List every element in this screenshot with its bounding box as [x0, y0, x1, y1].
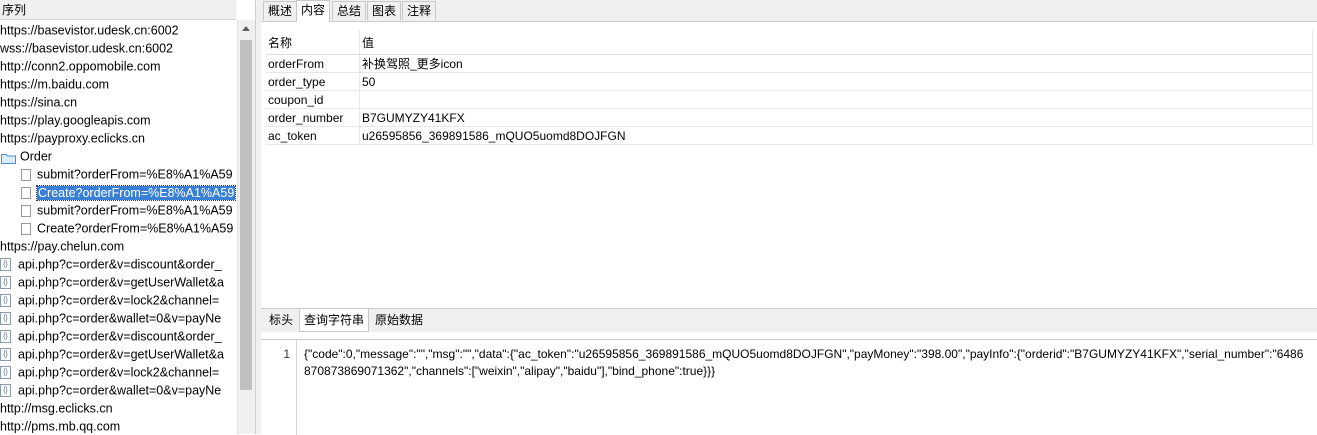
script-file-icon: {}	[0, 312, 11, 326]
tree-host-item[interactable]: https://play.googleapis.com	[0, 111, 238, 129]
content-table-area: 名称 值 orderFrom 补换驾照_更多icon order_type 50 cou…	[261, 22, 1317, 308]
param-value-cell[interactable]: 50	[359, 72, 1313, 91]
tree-request-item[interactable]: Create?orderFrom=%E8%A1%A59	[0, 183, 238, 201]
tab-4[interactable]: 注释	[402, 1, 437, 20]
sequence-panel: 序列 https://basevistor.udesk.cn:6002 wss:/…	[0, 0, 255, 434]
tree-host-item[interactable]: wss://basevistor.udesk.cn:6002	[0, 39, 238, 57]
tree-request-item[interactable]: {} api.php?c=order&v=getUserWallet&a	[0, 273, 238, 291]
tree-item-label: api.php?c=order&wallet=0&v=payNe	[18, 311, 222, 326]
tree-request-item[interactable]: {} api.php?c=order&v=getUserWallet&a	[0, 345, 238, 363]
tree-item-label: api.php?c=order&v=getUserWallet&a	[18, 347, 224, 362]
tree-item-label: https://m.baidu.com	[0, 77, 110, 92]
param-name-cell[interactable]: order_number	[266, 108, 360, 127]
detail-panel: 概述 内容 总结 图表 注释 名称 值 orderFrom 补换驾照_更多icon orde…	[261, 0, 1317, 435]
param-value-cell[interactable]	[359, 90, 1313, 109]
file-icon	[21, 168, 31, 181]
folder-icon	[1, 151, 16, 165]
tree-item-label: https://sina.cn	[0, 95, 78, 110]
tree-request-item[interactable]: {} api.php?c=order&wallet=0&v=payNe	[0, 309, 238, 327]
tree-host-item[interactable]: https://pay.chelun.com	[0, 237, 238, 255]
tree-item-label: api.php?c=order&v=discount&order_	[18, 257, 222, 272]
file-icon	[21, 186, 31, 199]
tree-host-item[interactable]: https://m.baidu.com	[0, 75, 238, 93]
tree-host-item[interactable]: http://msg.eclicks.cn	[0, 399, 238, 417]
tree-item-label: https://basevistor.udesk.cn:6002	[0, 23, 179, 38]
script-file-icon: {}	[0, 276, 11, 290]
tab-3[interactable]: 图表	[367, 1, 402, 20]
table-row[interactable]: order_number B7GUMYZY41KFX	[266, 108, 1313, 127]
table-row[interactable]: orderFrom 补换驾照_更多icon	[266, 54, 1313, 73]
tab-1[interactable]: 内容	[296, 0, 331, 22]
tree-request-item[interactable]: Create?orderFrom=%E8%A1%A59	[0, 219, 238, 237]
file-icon	[21, 222, 31, 235]
tree-item-label: api.php?c=order&v=discount&order_	[18, 329, 222, 344]
tree-item-label: submit?orderFrom=%E8%A1%A59	[37, 203, 233, 218]
script-file-icon: {}	[0, 366, 11, 380]
table-row[interactable]: order_type 50	[266, 72, 1313, 91]
bottom-tab-bar: 标头 查询字符串 原始数据	[261, 308, 1317, 332]
tree-item-label: http://msg.eclicks.cn	[0, 401, 113, 416]
line-number-gutter: 1	[261, 340, 297, 435]
sequence-header[interactable]: 序列	[0, 0, 236, 20]
tab-0[interactable]: 概述	[263, 1, 298, 20]
scrollbar-thumb[interactable]	[240, 40, 252, 390]
tree-host-item[interactable]: http://pms.mb.qq.com	[0, 417, 238, 434]
table-header-row: 名称 值	[266, 30, 1313, 55]
script-file-icon: {}	[0, 330, 11, 344]
script-file-icon: {}	[0, 348, 11, 362]
top-tab-bar: 概述 内容 总结 图表 注释	[261, 0, 1317, 22]
tree-request-item[interactable]: {} api.php?c=order&v=discount&order_	[0, 327, 238, 345]
scroll-up-arrow-icon[interactable]	[242, 26, 250, 31]
tree-item-label: submit?orderFrom=%E8%A1%A59	[37, 167, 233, 182]
tree-item-label: api.php?c=order&wallet=0&v=payNe	[18, 383, 222, 398]
param-name-cell[interactable]: ac_token	[266, 126, 360, 145]
tree-item-label: https://pay.chelun.com	[0, 239, 125, 254]
column-header-value[interactable]: 值	[359, 30, 1313, 55]
table-row[interactable]: ac_token u26595856_369891586_mQUO5uomd8DO…	[266, 126, 1313, 145]
tree-item-label: api.php?c=order&v=lock2&channel=	[18, 365, 220, 380]
script-file-icon: {}	[0, 258, 11, 272]
name-value-table: 名称 值 orderFrom 补换驾照_更多icon order_type 50 cou…	[266, 30, 1313, 145]
raw-response-text[interactable]: {"code":0,"message":"","msg":"","data":{…	[304, 346, 1309, 380]
tree-item-label: api.php?c=order&v=lock2&channel=	[18, 293, 220, 308]
tree-request-item[interactable]: {} api.php?c=order&v=lock2&channel=	[0, 363, 238, 381]
param-value-cell[interactable]: 补换驾照_更多icon	[359, 54, 1313, 73]
tree-host-item[interactable]: https://payproxy.eclicks.cn	[0, 129, 238, 147]
tree-host-item[interactable]: https://sina.cn	[0, 93, 238, 111]
table-row[interactable]: coupon_id	[266, 90, 1313, 109]
tree-item-label: https://payproxy.eclicks.cn	[0, 131, 145, 146]
param-name-cell[interactable]: orderFrom	[266, 54, 360, 73]
tree-request-item[interactable]: {} api.php?c=order&v=discount&order_	[0, 255, 238, 273]
param-name-cell[interactable]: order_type	[266, 72, 360, 91]
tree-item-label: api.php?c=order&v=getUserWallet&a	[18, 275, 224, 290]
file-icon	[21, 204, 31, 217]
tree-item-label: http://conn2.oppomobile.com	[0, 59, 161, 74]
script-file-icon: {}	[0, 294, 11, 308]
param-value-cell[interactable]: B7GUMYZY41KFX	[359, 108, 1313, 127]
tree-request-item[interactable]: submit?orderFrom=%E8%A1%A59	[0, 165, 238, 183]
bottom-tab-0[interactable]: 标头	[265, 309, 297, 332]
param-name-cell[interactable]: coupon_id	[266, 90, 360, 109]
tree-item-label: https://play.googleapis.com	[0, 113, 151, 128]
script-file-icon: {}	[0, 384, 11, 398]
tree-request-item[interactable]: {} api.php?c=order&wallet=0&v=payNe	[0, 381, 238, 399]
bottom-tab-1[interactable]: 查询字符串	[299, 309, 370, 332]
tree-scrollbar[interactable]	[237, 20, 255, 434]
tree-host-item[interactable]: http://conn2.oppomobile.com	[0, 57, 238, 75]
tab-2[interactable]: 总结	[332, 1, 367, 20]
tree-item-label: wss://basevistor.udesk.cn:6002	[0, 41, 174, 56]
raw-text-viewer[interactable]: 1 {"code":0,"message":"","msg":"","data"…	[261, 339, 1317, 435]
tree-item-label: Create?orderFrom=%E8%A1%A59	[35, 184, 237, 201]
tree-item-label: Order	[20, 149, 52, 164]
bottom-tab-2[interactable]: 原始数据	[371, 309, 427, 332]
tree-host-item[interactable]: https://basevistor.udesk.cn:6002	[0, 21, 238, 39]
column-header-name[interactable]: 名称	[266, 30, 360, 55]
param-value-cell[interactable]: u26595856_369891586_mQUO5uomd8DOJFGN	[359, 126, 1313, 145]
tree-item-label: Create?orderFrom=%E8%A1%A59	[37, 221, 234, 236]
tree-folder-item[interactable]: Order	[0, 147, 238, 165]
tree-request-item[interactable]: submit?orderFrom=%E8%A1%A59	[0, 201, 238, 219]
sequence-tree: https://basevistor.udesk.cn:6002 wss://ba…	[0, 21, 238, 434]
tree-request-item[interactable]: {} api.php?c=order&v=lock2&channel=	[0, 291, 238, 309]
tree-item-label: http://pms.mb.qq.com	[0, 419, 121, 434]
